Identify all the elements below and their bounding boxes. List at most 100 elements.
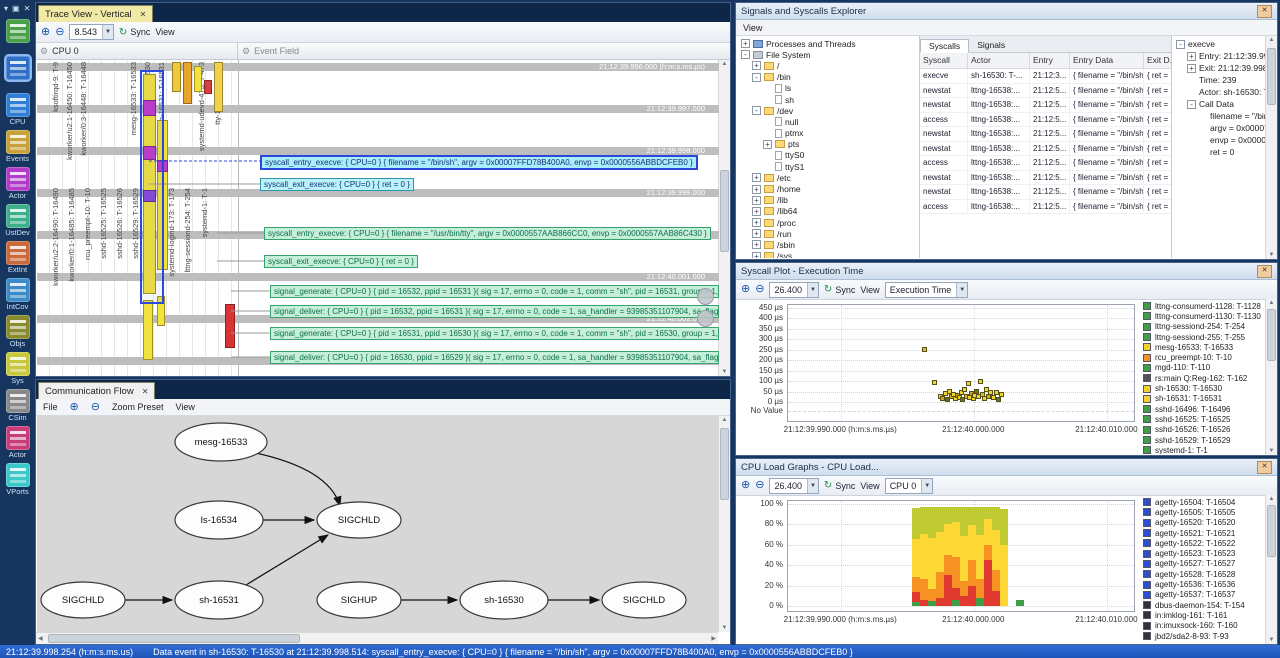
- sync-button[interactable]: ↻ Sync: [119, 27, 150, 38]
- close-panel-icon[interactable]: ✕: [1257, 461, 1272, 474]
- legend-item[interactable]: sh-16531: T-16531: [1143, 394, 1265, 404]
- tree-item[interactable]: +/run: [737, 228, 919, 239]
- view-menu[interactable]: View: [860, 481, 879, 491]
- expander-icon[interactable]: +: [752, 173, 761, 182]
- overlay-nav-down-button[interactable]: [697, 310, 714, 327]
- flow-hscroll[interactable]: ◀ ▶: [36, 632, 718, 644]
- cpu-load-bar[interactable]: [968, 507, 976, 606]
- sidebar-item-actor[interactable]: Actor: [3, 167, 33, 200]
- legend-item[interactable]: dbus-daemon-154: T-154: [1143, 600, 1265, 610]
- gear-icon[interactable]: ⚙: [242, 46, 250, 57]
- cpu-select-combo[interactable]: CPU 0 ▼: [885, 478, 933, 494]
- scatter-point[interactable]: [932, 380, 937, 385]
- event-annotation[interactable]: syscall_exit_execve: { CPU=0 } { ret = 0…: [264, 255, 418, 268]
- column-header[interactable]: Actor: [968, 53, 1030, 68]
- column-header[interactable]: Entry: [1030, 53, 1070, 68]
- tree-item[interactable]: +/lib64: [737, 206, 919, 217]
- cpu-load-bar[interactable]: [928, 507, 936, 606]
- legend-item[interactable]: rs:main Q:Reg-162: T-162: [1143, 373, 1265, 383]
- zoom-out-icon[interactable]: ⊖: [55, 27, 64, 38]
- sidebar-item-actor-2[interactable]: Actor: [3, 426, 33, 459]
- flow-node[interactable]: SIGHUP: [317, 582, 401, 618]
- expander-icon[interactable]: +: [763, 140, 772, 149]
- expander-icon[interactable]: +: [1187, 52, 1196, 61]
- flow-graph-canvas[interactable]: mesg-16533 ls-16534 SIGCHLD SIGCHLD sh-16531…: [37, 416, 719, 632]
- tree-item[interactable]: +Actor: sh-16530: T-1: [1172, 86, 1276, 98]
- flow-node[interactable]: sh-16531: [175, 581, 263, 619]
- scatter-point[interactable]: [978, 379, 983, 384]
- tree-item[interactable]: -/dev: [737, 105, 919, 116]
- legend-item[interactable]: jbd2/sda2-8-93: T-93: [1143, 631, 1265, 641]
- tree-item[interactable]: +/lib: [737, 195, 919, 206]
- cpu-column-header[interactable]: ⚙ CPU 0: [36, 43, 238, 59]
- tab-communication-flow[interactable]: Communication Flow ✕: [38, 382, 155, 399]
- column-header[interactable]: Exit D...: [1144, 53, 1172, 68]
- view-menu[interactable]: View: [860, 285, 879, 295]
- sidebar-item-sys[interactable]: Sys: [3, 352, 33, 385]
- sidebar-item-event-log[interactable]: Events: [3, 130, 33, 163]
- expander-icon[interactable]: +: [752, 196, 761, 205]
- cpu-load-bar[interactable]: [912, 508, 920, 606]
- sidebar-item-csim[interactable]: CSim: [3, 389, 33, 422]
- tree-item[interactable]: -execve: [1172, 38, 1276, 50]
- legend-item[interactable]: agetty-16522: T-16522: [1143, 538, 1265, 548]
- tree-item[interactable]: +/: [737, 60, 919, 71]
- table-row[interactable]: accesslttng-16538:...21:12:5...{ filenam…: [920, 200, 1172, 215]
- expander-icon[interactable]: +: [752, 207, 761, 216]
- tree-item[interactable]: +/sys: [737, 251, 919, 258]
- expander-icon[interactable]: -: [752, 73, 761, 82]
- flow-node[interactable]: ls-16534: [175, 501, 263, 539]
- legend-item[interactable]: mesg-16533: T-16533: [1143, 342, 1265, 352]
- tree-item[interactable]: +filename = "/bin...: [1172, 110, 1276, 122]
- tree-item[interactable]: +Exit: 21:12:39.998.7: [1172, 62, 1276, 74]
- cpu-legend-vscroll[interactable]: ▲ ▼: [1265, 495, 1277, 644]
- sync-button[interactable]: ↻ Sync: [824, 480, 855, 491]
- cpu-load-bar[interactable]: [920, 507, 928, 606]
- event-annotation[interactable]: signal_generate: { CPU=0 } { pid = 16532…: [270, 285, 719, 298]
- legend-item[interactable]: sh-16530: T-16530: [1143, 383, 1265, 393]
- scatter-point[interactable]: [962, 387, 967, 392]
- tree-item[interactable]: +Time: 239: [1172, 74, 1276, 86]
- tree-item[interactable]: -/bin: [737, 72, 919, 83]
- flow-node[interactable]: mesg-16533: [175, 423, 267, 461]
- legend-item[interactable]: agetty-16537: T-16537: [1143, 590, 1265, 600]
- sidebar-item-trace-vertical[interactable]: [3, 56, 33, 89]
- flow-node[interactable]: SIGCHLD: [41, 582, 125, 618]
- table-row[interactable]: newstatlttng-16538:...21:12:5...{ filena…: [920, 185, 1172, 200]
- legend-item[interactable]: systemd-1: T-1: [1143, 445, 1265, 454]
- scatter-point[interactable]: [996, 397, 1001, 402]
- event-annotation[interactable]: signal_deliver: { CPU=0 } { pid = 16530,…: [270, 351, 719, 364]
- gear-icon[interactable]: ⚙: [40, 46, 48, 57]
- column-header[interactable]: Entry Data: [1070, 53, 1144, 68]
- expander-icon[interactable]: +: [1187, 64, 1196, 73]
- expander-icon[interactable]: -: [741, 50, 750, 59]
- legend-item[interactable]: sshd-16529: T-16529: [1143, 435, 1265, 445]
- tree-item[interactable]: +Entry: 21:12:39.998: [1172, 50, 1276, 62]
- plot-legend-vscroll[interactable]: ▲ ▼: [1265, 299, 1277, 455]
- column-header[interactable]: Syscall: [920, 53, 968, 68]
- sync-button[interactable]: ↻ Sync: [824, 284, 855, 295]
- expander-icon[interactable]: +: [752, 61, 761, 70]
- legend-item[interactable]: sshd-16496: T-16496: [1143, 404, 1265, 414]
- trace-canvas[interactable]: 21:12:39.996.000 (h:m:s.ms.µs)21:12:39.9…: [37, 60, 719, 376]
- tree-item[interactable]: +ls: [737, 83, 919, 94]
- scatter-plot-area[interactable]: [787, 304, 1135, 422]
- event-field-column-header[interactable]: ⚙ Event Field: [238, 43, 303, 59]
- cpu-load-bar[interactable]: [944, 507, 952, 606]
- legend-item[interactable]: sshd-16526: T-16526: [1143, 425, 1265, 435]
- flow-node[interactable]: SIGCHLD: [602, 582, 686, 618]
- table-row[interactable]: newstatlttng-16538:...21:12:5...{ filena…: [920, 98, 1172, 113]
- zoom-in-icon[interactable]: ⊕: [741, 480, 750, 491]
- close-icon[interactable]: ✕: [24, 4, 31, 13]
- legend-item[interactable]: agetty-16521: T-16521: [1143, 528, 1265, 538]
- tree-item[interactable]: +ttyS0: [737, 150, 919, 161]
- view-menu[interactable]: View: [743, 23, 762, 33]
- table-row[interactable]: accesslttng-16538:...21:12:5...{ filenam…: [920, 156, 1172, 171]
- view-menu[interactable]: View: [175, 402, 194, 412]
- legend-item[interactable]: rcu_preempt-10: T-10: [1143, 352, 1265, 362]
- zoom-in-icon[interactable]: ⊕: [70, 402, 79, 413]
- view-menu[interactable]: View: [155, 27, 174, 37]
- sidebar-item-extint[interactable]: ExtInt: [3, 241, 33, 274]
- legend-item[interactable]: agetty-16504: T-16504: [1143, 497, 1265, 507]
- zoom-out-icon[interactable]: ⊖: [755, 284, 764, 295]
